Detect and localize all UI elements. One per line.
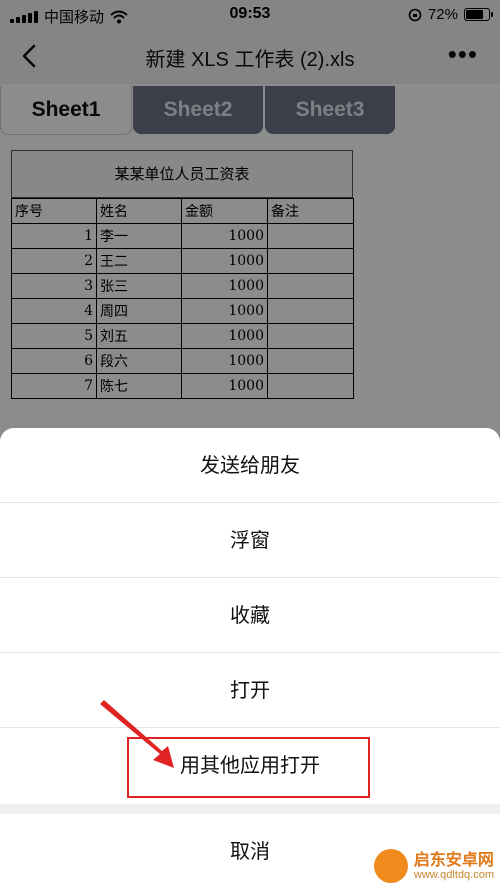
app-screen: 中国移动 09:53 72% 新建 XLS 工作表 (2).xls ••• Sh… xyxy=(0,0,500,889)
watermark-text: 启东安卓网 www.qdltdq.com xyxy=(414,851,494,881)
watermark-name: 启东安卓网 xyxy=(413,850,494,870)
watermark: 启东安卓网 www.qdltdq.com xyxy=(373,849,494,883)
open-button[interactable]: 打开 xyxy=(0,653,500,728)
floating-window-button[interactable]: 浮窗 xyxy=(0,503,500,578)
watermark-url: www.qdltdq.com xyxy=(413,868,494,881)
send-to-friend-button[interactable]: 发送给朋友 xyxy=(0,428,500,503)
pointer-arrow-icon xyxy=(100,700,174,768)
action-sheet: 发送给朋友 浮窗 收藏 打开 用其他应用打开 取消 启东安卓网 www.qdlt… xyxy=(0,428,500,889)
favorite-button[interactable]: 收藏 xyxy=(0,578,500,653)
action-sheet-divider xyxy=(0,804,500,814)
watermark-logo-icon xyxy=(373,849,408,883)
